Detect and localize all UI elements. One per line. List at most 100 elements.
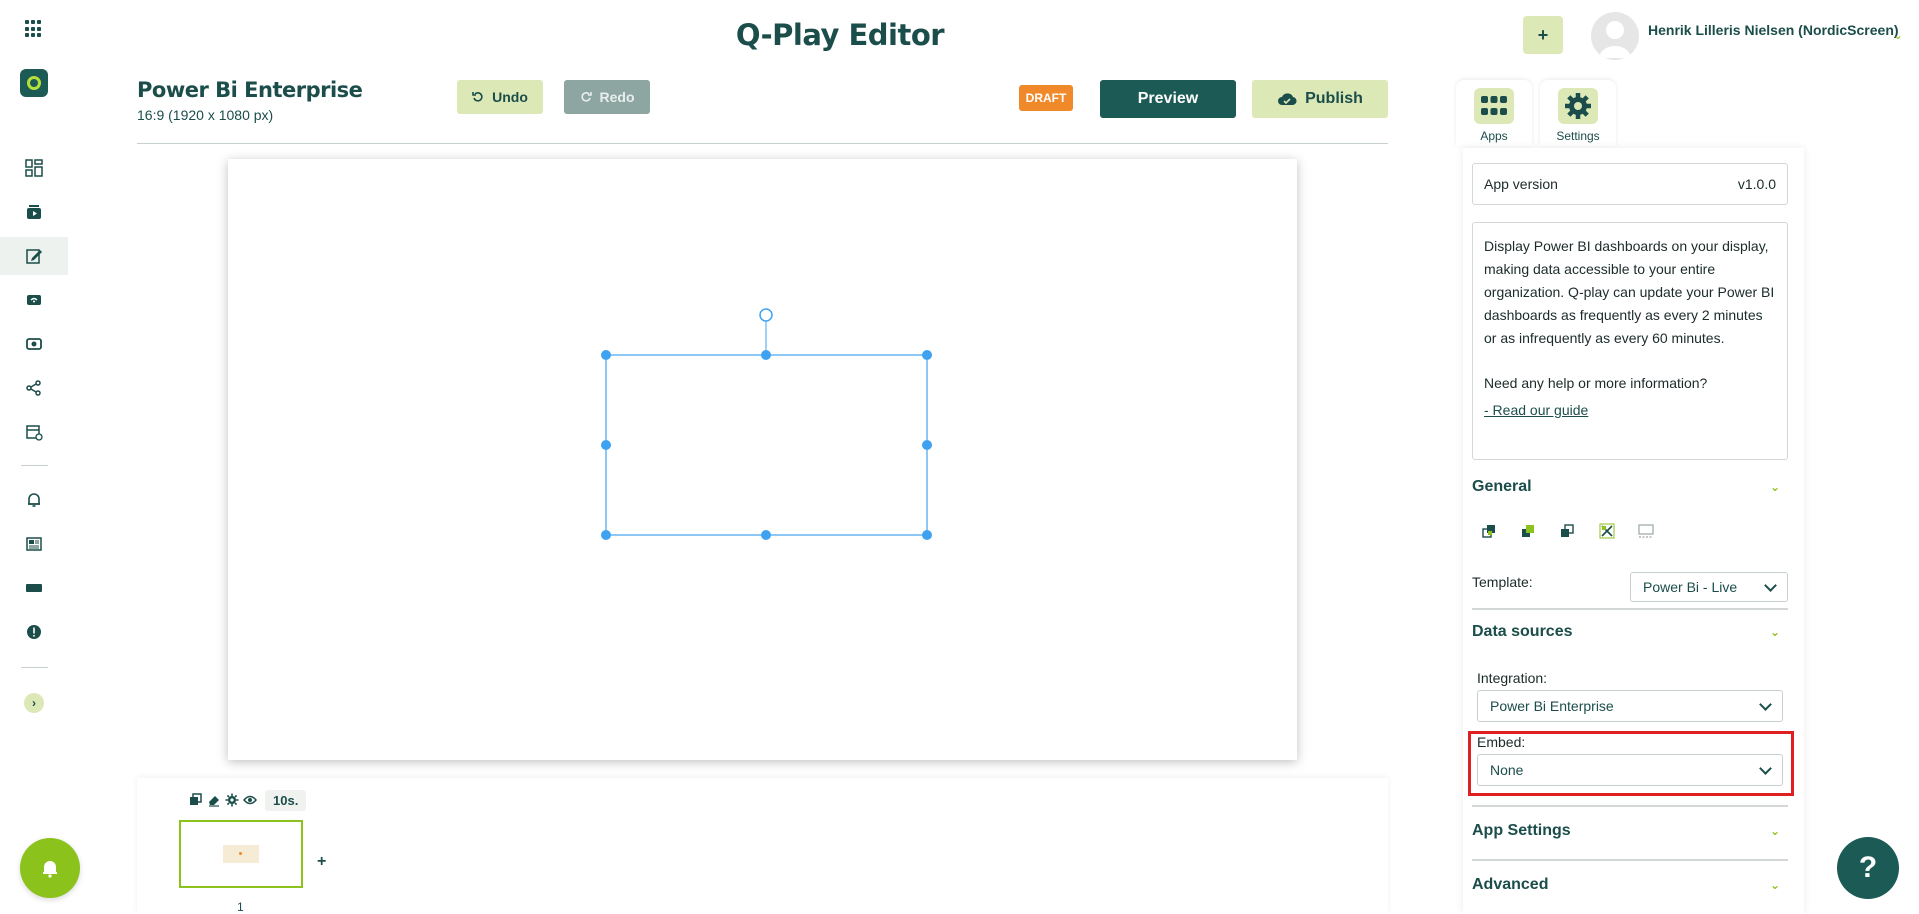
layer-tools: [1481, 522, 1655, 540]
chevron-down-icon: ⌄: [1769, 878, 1780, 892]
section-general[interactable]: General ⌄: [1472, 478, 1788, 496]
editor-icon[interactable]: [0, 237, 68, 275]
status-badge: DRAFT: [1019, 85, 1073, 111]
app-version-box: App version v1.0.0: [1472, 163, 1788, 205]
resize-handle: [601, 530, 611, 540]
eraser-icon[interactable]: [207, 793, 221, 807]
redo-button[interactable]: Redo: [564, 80, 650, 114]
share-icon[interactable]: [0, 369, 68, 407]
resize-handle: [601, 440, 611, 450]
settings-panel: App version v1.0.0 Display Power BI dash…: [1463, 148, 1804, 914]
rotate-handle: [759, 308, 773, 322]
app-version-label: App version: [1484, 176, 1558, 192]
chevron-down-icon: [1764, 578, 1777, 592]
duplicate-icon[interactable]: [189, 793, 203, 807]
undo-icon: [472, 92, 483, 102]
slide-duration[interactable]: 10s.: [265, 790, 307, 811]
undo-button[interactable]: Undo: [457, 80, 543, 114]
qplay-logo[interactable]: [20, 69, 48, 97]
preview-button[interactable]: Preview: [1100, 80, 1236, 118]
help-text: Need any help or more information?: [1484, 375, 1708, 391]
resize-handle: [761, 350, 771, 360]
resize-handle: [922, 440, 932, 450]
players-icon[interactable]: [0, 325, 68, 363]
template-label: Template:: [1472, 574, 1533, 590]
app-title: Q-Play Editor: [735, 18, 945, 52]
tab-settings[interactable]: Settings: [1540, 80, 1616, 146]
section-advanced[interactable]: Advanced ⌄: [1472, 876, 1788, 894]
template-select[interactable]: Power Bi - Live: [1630, 572, 1788, 602]
resize-handle: [601, 350, 611, 360]
app-description-box: Display Power BI dashboards on your disp…: [1472, 222, 1788, 460]
resize-handle: [922, 350, 932, 360]
bell-icon: [43, 861, 57, 878]
news-icon[interactable]: [0, 525, 68, 563]
user-name[interactable]: Henrik Lilleris Nielsen (NordicScreen): [1648, 22, 1899, 38]
read-guide-link[interactable]: - Read our guide: [1484, 399, 1776, 422]
display-icon[interactable]: [0, 569, 68, 607]
gear-icon: [1565, 93, 1591, 119]
alerts-icon[interactable]: [0, 481, 68, 519]
section-data-sources[interactable]: Data sources ⌄: [1472, 623, 1788, 641]
integration-value: Power Bi Enterprise: [1490, 698, 1614, 714]
embed-highlight-box: [1468, 731, 1794, 796]
section-divider: [1472, 805, 1788, 807]
selection-box[interactable]: [228, 159, 1297, 760]
app-version-value: v1.0.0: [1737, 176, 1776, 192]
notifications-button[interactable]: [20, 838, 80, 898]
bring-to-front-icon[interactable]: [1481, 522, 1499, 540]
dashboard-icon[interactable]: [0, 149, 68, 187]
align-bottom-icon[interactable]: [1637, 522, 1655, 540]
section-app-settings-title: App Settings: [1472, 822, 1571, 839]
send-to-back-icon[interactable]: [1520, 522, 1538, 540]
help-button[interactable]: ?: [1837, 837, 1899, 899]
editor-divider: [137, 143, 1388, 144]
expand-rail-button[interactable]: ›: [24, 693, 44, 713]
slide-number: 1: [237, 900, 244, 914]
project-name: Power Bi Enterprise: [137, 78, 363, 102]
resize-handle: [922, 530, 932, 540]
integration-label: Integration:: [1477, 670, 1548, 686]
add-slide-button[interactable]: +: [317, 853, 326, 871]
chevron-down-icon: ⌄: [1769, 625, 1780, 639]
tab-apps[interactable]: Apps: [1456, 80, 1532, 146]
undo-label: Undo: [492, 89, 528, 105]
section-data-sources-title: Data sources: [1472, 623, 1573, 640]
fit-to-screen-icon[interactable]: [1598, 522, 1616, 540]
publish-label: Publish: [1305, 90, 1363, 107]
slide-tools: [189, 793, 257, 807]
cloud-upload-icon: [1278, 93, 1297, 106]
project-resolution: 16:9 (1920 x 1080 px): [137, 107, 274, 123]
gear-icon[interactable]: [225, 793, 239, 807]
media-library-icon[interactable]: [0, 193, 68, 231]
section-advanced-title: Advanced: [1472, 876, 1549, 893]
rail-divider: [21, 465, 48, 466]
tab-apps-label: Apps: [1480, 129, 1508, 143]
screens-icon[interactable]: [0, 281, 68, 319]
publish-button[interactable]: Publish: [1252, 80, 1388, 118]
header-add-button[interactable]: +: [1523, 16, 1563, 54]
section-general-title: General: [1472, 478, 1532, 495]
resize-handle: [761, 530, 771, 540]
chevron-down-icon: ⌄: [1769, 824, 1780, 838]
user-menu-chevron-icon[interactable]: ⌄: [1893, 28, 1903, 42]
integration-select[interactable]: Power Bi Enterprise: [1477, 690, 1783, 722]
apps-grid-icon: [1481, 96, 1507, 115]
redo-label: Redo: [599, 89, 635, 105]
section-app-settings[interactable]: App Settings ⌄: [1472, 822, 1788, 840]
schedule-icon[interactable]: [0, 413, 68, 451]
left-nav-rail: ›: [0, 0, 68, 914]
section-divider: [1472, 608, 1788, 610]
app-description: Display Power BI dashboards on your disp…: [1484, 238, 1775, 346]
avatar[interactable]: [1591, 12, 1639, 60]
chevron-down-icon: ⌄: [1769, 480, 1780, 494]
slide-timeline: 10s. + 1: [137, 778, 1388, 914]
slide-thumbnail[interactable]: [179, 820, 303, 888]
info-icon[interactable]: [0, 613, 68, 651]
template-value: Power Bi - Live: [1643, 579, 1738, 595]
chevron-down-icon: [1759, 697, 1772, 711]
redo-icon: [580, 92, 592, 102]
editor-canvas[interactable]: [228, 159, 1297, 760]
copy-layer-icon[interactable]: [1559, 522, 1577, 540]
eye-icon[interactable]: [243, 793, 257, 807]
